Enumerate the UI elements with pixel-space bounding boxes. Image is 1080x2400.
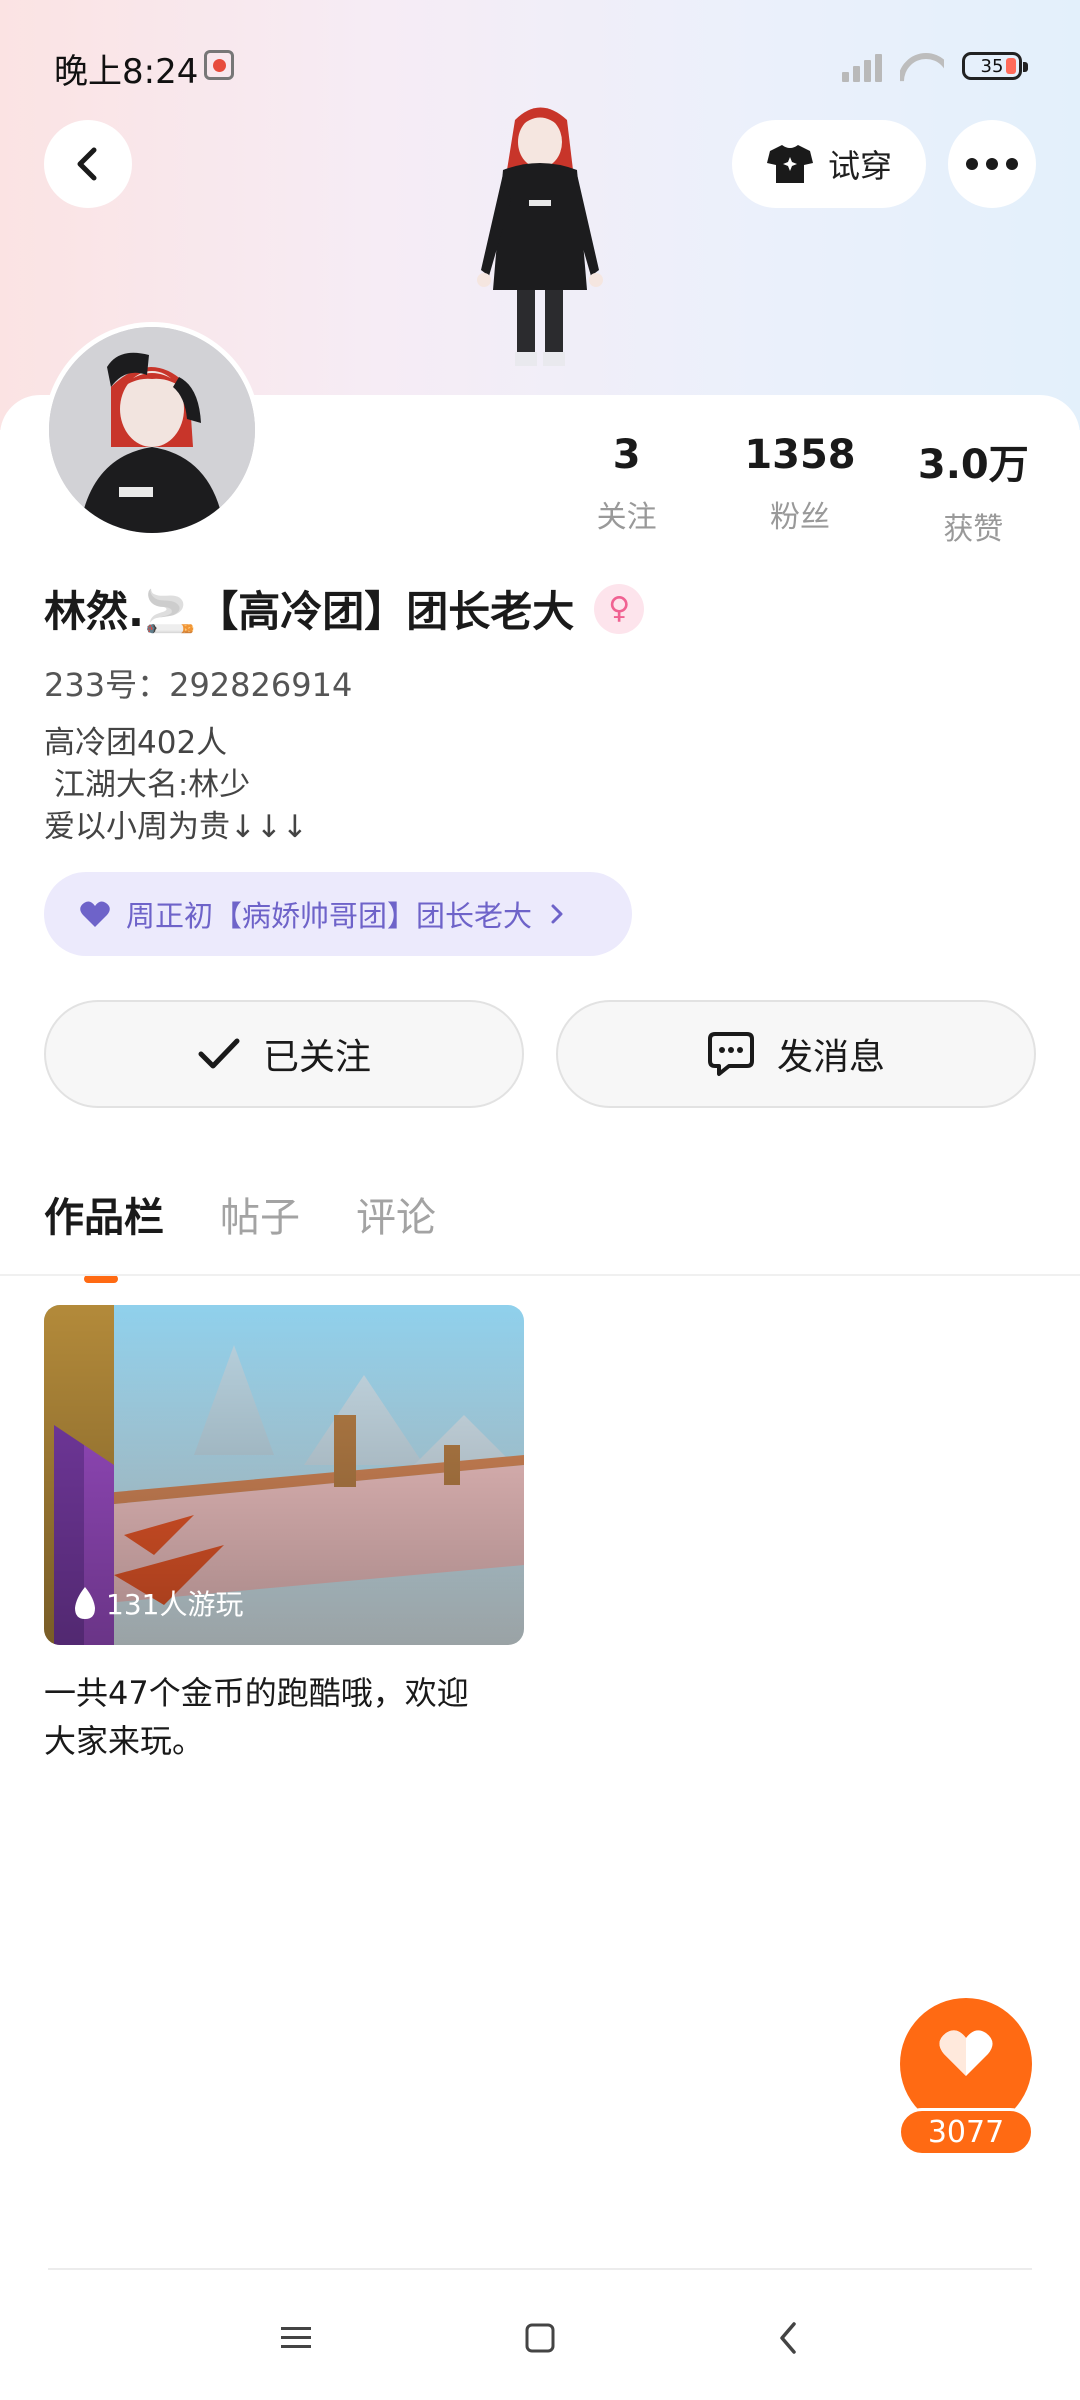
- profile-bio: 高冷团402人 江湖大名:林少 爱以小周为贵↓↓↓: [44, 722, 308, 848]
- play-count: 131人游玩: [72, 1583, 243, 1623]
- profile-name: 林然.🚬【高冷团】团长老大: [44, 587, 575, 636]
- bio-line: 高冷团402人: [44, 725, 228, 761]
- bio-line: 爱以小周为贵↓↓↓: [44, 809, 308, 845]
- content-tabs: 作品栏 帖子 评论: [44, 1185, 436, 1283]
- play-count-text: 131人游玩: [106, 1588, 244, 1621]
- message-button[interactable]: 发消息: [556, 1000, 1036, 1108]
- follow-button[interactable]: 已关注: [44, 1000, 524, 1108]
- stat-label: 关注: [596, 500, 657, 535]
- nav-divider: [48, 2268, 1032, 2270]
- status-time: 晚上8:24: [54, 52, 199, 92]
- bio-line: 江湖大名:林少: [44, 767, 251, 803]
- work-card[interactable]: 131人游玩 一共47个金币的跑酷哦，欢迎 大家来玩。: [44, 1305, 524, 1765]
- battery-level: 35: [980, 55, 1004, 77]
- work-title[interactable]: 一共47个金币的跑酷哦，欢迎 大家来玩。: [44, 1669, 524, 1765]
- profile-stats: 3 关注 1358 粉丝 3.0万 获赞: [540, 432, 1060, 548]
- female-icon: ♀: [594, 583, 645, 634]
- system-nav-bar: [0, 2290, 1080, 2380]
- tab-works[interactable]: 作品栏: [44, 1185, 164, 1283]
- work-title-line: 一共47个金币的跑酷哦，欢迎: [44, 1674, 469, 1712]
- tab-posts[interactable]: 帖子: [220, 1185, 300, 1283]
- avatar-image: [49, 327, 255, 533]
- back-button[interactable]: [44, 120, 132, 208]
- notification-icon: [204, 50, 234, 80]
- more-dots-icon: [966, 158, 1018, 170]
- heart-icon: [80, 901, 110, 927]
- heart-icon: [939, 2030, 993, 2076]
- profile-avatar[interactable]: [44, 322, 260, 538]
- group-link[interactable]: 周正初【病娇帅哥团】团长老大: [44, 872, 632, 956]
- user-id[interactable]: 233号：292826914: [44, 660, 352, 706]
- try-on-label: 试穿: [827, 147, 892, 185]
- try-on-button[interactable]: 试穿: [732, 120, 926, 208]
- stat-following[interactable]: 3 关注: [542, 432, 712, 548]
- work-title-line: 大家来玩。: [44, 1722, 205, 1760]
- back-triangle-icon[interactable]: [758, 2308, 818, 2368]
- work-thumbnail[interactable]: 131人游玩: [44, 1305, 524, 1645]
- flame-icon: [75, 1587, 95, 1619]
- stat-value: 1358: [744, 432, 856, 478]
- follow-label: 已关注: [262, 1037, 371, 1078]
- stat-value: 3: [612, 432, 641, 478]
- chevron-right-icon: [551, 904, 563, 924]
- status-icons: 35: [842, 46, 1028, 86]
- chevron-left-icon: [77, 147, 97, 181]
- like-count: 3077: [898, 2108, 1034, 2156]
- battery-icon: 35: [962, 52, 1028, 80]
- home-square-icon[interactable]: [510, 2308, 570, 2368]
- stat-label: 粉丝: [769, 500, 830, 535]
- tshirt-icon: [766, 145, 813, 183]
- stat-label: 获赞: [943, 512, 1004, 547]
- message-label: 发消息: [776, 1037, 885, 1078]
- group-label: 周正初【病娇帅哥团】团长老大: [126, 899, 533, 933]
- stat-value: 3.0万: [917, 442, 1029, 488]
- avatar-3d-figure[interactable]: [455, 100, 625, 400]
- tabs-divider: [0, 1274, 1080, 1276]
- more-options-button[interactable]: [948, 120, 1036, 208]
- chat-bubble-icon: [707, 1032, 754, 1076]
- tab-comments[interactable]: 评论: [356, 1185, 436, 1283]
- signal-icon: [842, 50, 882, 82]
- stat-likes[interactable]: 3.0万 获赞: [888, 432, 1058, 548]
- wifi-icon: [900, 49, 944, 83]
- checkmark-icon: [198, 1038, 240, 1069]
- stat-followers[interactable]: 1358 粉丝: [715, 432, 885, 548]
- menu-icon[interactable]: [266, 2308, 326, 2368]
- profile-name-row: 林然.🚬【高冷团】团长老大 ♀: [44, 578, 645, 639]
